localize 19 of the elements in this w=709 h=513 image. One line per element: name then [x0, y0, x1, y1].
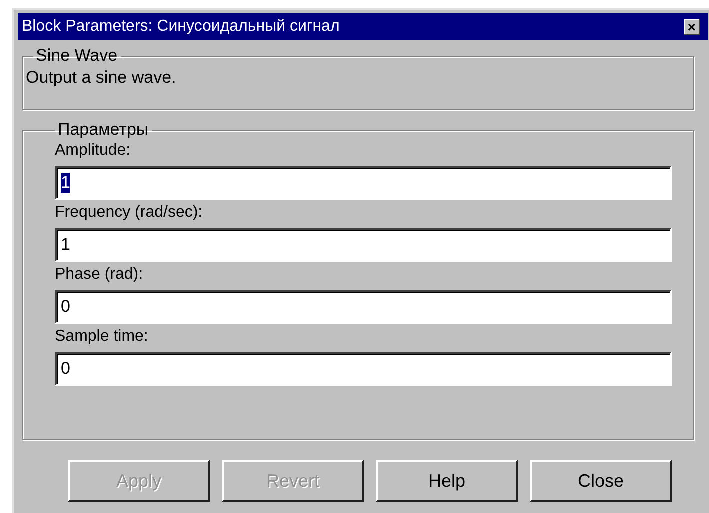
dialog-button[interactable]: Close [530, 460, 672, 502]
input-field[interactable]: 0 [55, 290, 672, 324]
field-label: Sample time: [55, 328, 150, 347]
group-title: Sine Wave [35, 46, 119, 66]
field-label: Frequency (rad/sec): [55, 204, 204, 223]
field-value: 1 [61, 235, 70, 255]
field-label: Phase (rad): [55, 266, 144, 285]
close-button[interactable]: × [684, 18, 700, 34]
description-text: Output a sine wave. [26, 68, 178, 88]
dialog-button[interactable]: Help [376, 460, 518, 502]
group-title: Параметры [57, 120, 150, 140]
field-label: Amplitude: [55, 142, 132, 161]
field-value: 0 [61, 359, 70, 379]
input-field[interactable]: 0 [55, 352, 672, 386]
window-title: Block Parameters: Синусоидальный сигнал [22, 18, 340, 36]
input-field[interactable]: 1 [55, 166, 672, 200]
field-value: 0 [61, 297, 70, 317]
input-field[interactable]: 1 [55, 228, 672, 262]
field-value: 1 [61, 173, 70, 193]
